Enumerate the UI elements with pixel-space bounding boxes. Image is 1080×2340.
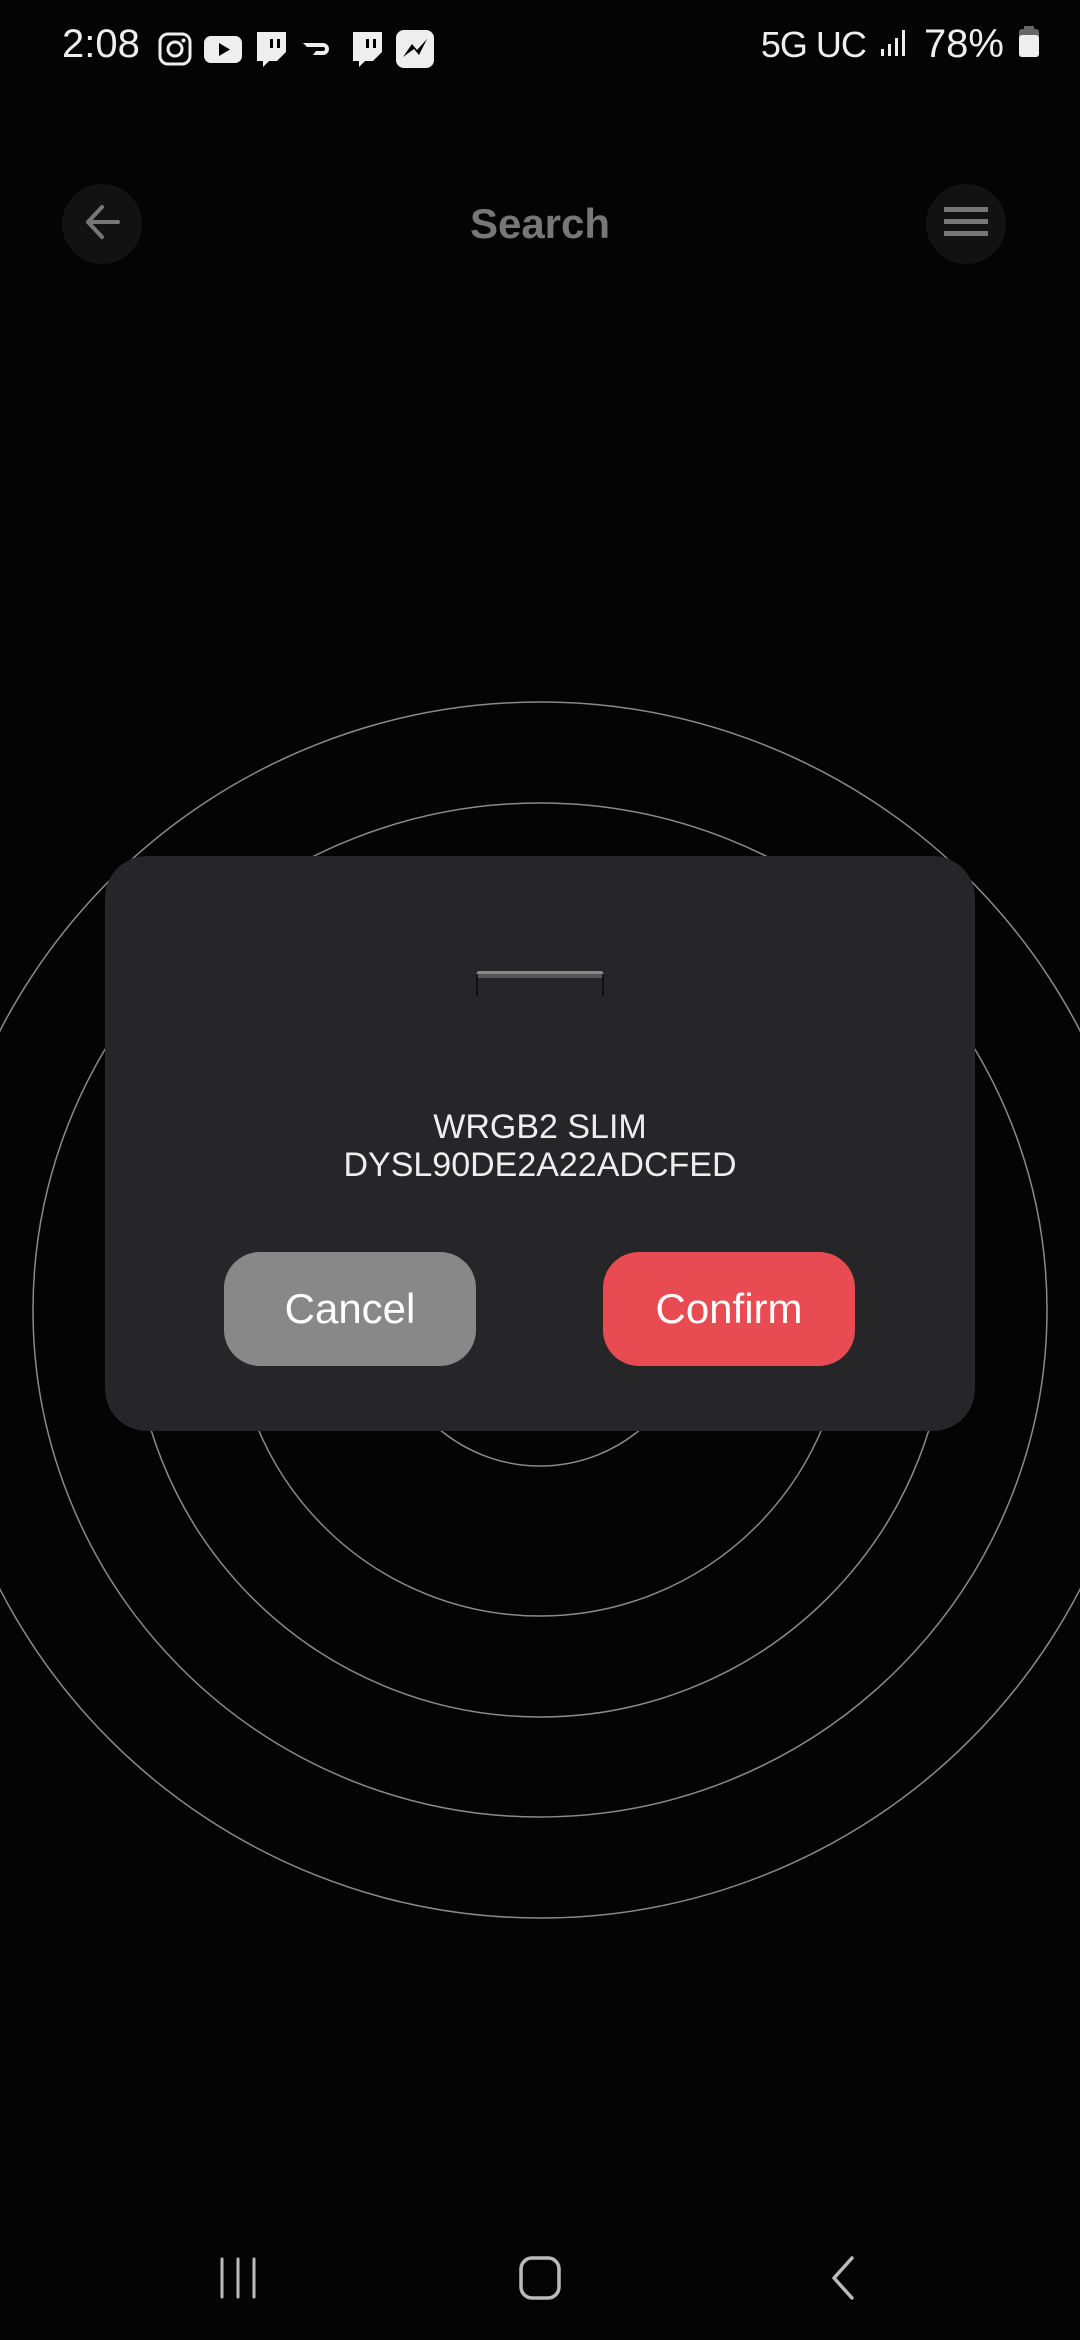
battery-percent: 78% (923, 22, 1004, 66)
back-icon (828, 2255, 858, 2306)
status-bar: 2:08 5G UC 78% (0, 0, 1080, 96)
youtube-icon (204, 30, 242, 68)
status-time: 2:08 (62, 22, 140, 66)
confirm-button[interactable]: Confirm (603, 1252, 855, 1366)
twitch-icon (252, 30, 290, 68)
menu-button[interactable] (926, 184, 1006, 264)
twitch-icon (348, 30, 386, 68)
recent-apps-icon (218, 2257, 258, 2304)
device-confirm-dialog: WRGB2 SLIM DYSL90DE2A22ADCFED Cancel Con… (105, 856, 975, 1431)
system-nav-bar (0, 2230, 1080, 2330)
device-id: DYSL90DE2A22ADCFED (343, 1146, 737, 1184)
system-back-button[interactable] (808, 2250, 878, 2310)
home-button[interactable] (505, 2250, 575, 2310)
doordash-icon (300, 30, 338, 68)
recent-apps-button[interactable] (203, 2250, 273, 2310)
device-image (475, 968, 605, 998)
messenger-icon (396, 30, 434, 68)
battery-icon (1018, 26, 1040, 63)
signal-icon (880, 27, 910, 62)
cancel-button[interactable]: Cancel (224, 1252, 476, 1366)
page-title: Search (469, 200, 611, 247)
device-name: WRGB2 SLIM (433, 1108, 647, 1146)
home-icon (518, 2255, 562, 2306)
app-header: Search (0, 184, 1080, 264)
network-type: 5G UC (760, 23, 867, 65)
status-right: 5G UC 78% (761, 22, 1040, 67)
hamburger-menu-icon (944, 205, 988, 244)
notification-icons (156, 30, 434, 68)
instagram-icon (156, 30, 194, 68)
